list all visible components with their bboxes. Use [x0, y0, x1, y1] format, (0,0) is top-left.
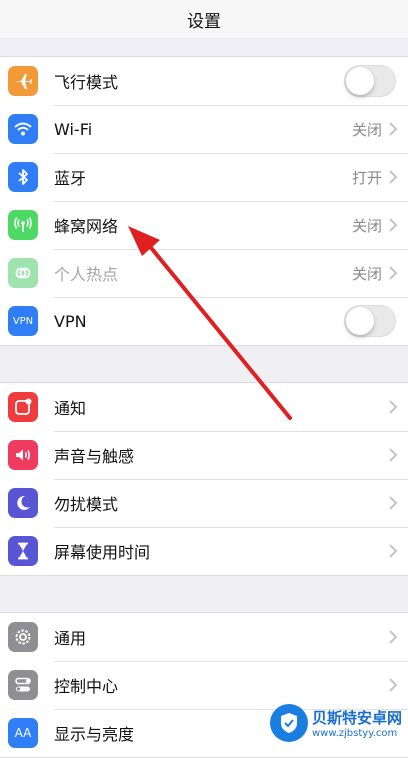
- hotspot-label: 个人热点: [54, 265, 119, 284]
- bluetooth-icon: [8, 162, 38, 192]
- cellular-row[interactable]: 蜂窝网络 关闭: [0, 201, 408, 249]
- cellular-icon: [8, 210, 38, 240]
- display-icon-text: AA: [14, 726, 32, 740]
- chevron-right-icon: [389, 496, 398, 510]
- general-row[interactable]: 通用: [0, 613, 408, 661]
- airplane-mode-label: 飞行模式: [54, 73, 119, 92]
- vpn-toggle[interactable]: [344, 305, 396, 337]
- wifi-label: Wi-Fi: [54, 119, 93, 139]
- airplane-mode-toggle[interactable]: [344, 65, 396, 97]
- chevron-right-icon: [389, 170, 398, 184]
- wifi-value: 关闭: [351, 120, 382, 139]
- shield-icon: [269, 704, 308, 742]
- notifications-row[interactable]: 通知: [0, 383, 408, 431]
- wifi-icon: [8, 114, 38, 144]
- chevron-right-icon: [389, 678, 398, 692]
- airplane-mode-row[interactable]: 飞行模式: [0, 57, 408, 105]
- speaker-icon: [8, 440, 38, 470]
- vpn-row[interactable]: VPN VPN: [0, 297, 408, 345]
- wifi-row[interactable]: Wi-Fi 关闭: [0, 105, 408, 153]
- vpn-icon: VPN: [8, 306, 38, 336]
- sounds-label: 声音与触感: [54, 447, 135, 466]
- notifications-label: 通知: [54, 399, 87, 418]
- cellular-label: 蜂窝网络: [54, 217, 119, 236]
- watermark-title: 贝斯特安卓网: [311, 709, 402, 727]
- dnd-row[interactable]: 勿扰模式: [0, 479, 408, 527]
- hourglass-icon: [8, 536, 38, 566]
- hotspot-row[interactable]: 个人热点 关闭: [0, 249, 408, 297]
- moon-icon: [8, 488, 38, 518]
- general-label: 通用: [54, 629, 87, 648]
- control-center-label: 控制中心: [54, 677, 119, 696]
- control-center-icon: [8, 670, 38, 700]
- control-center-row[interactable]: 控制中心: [0, 661, 408, 709]
- display-brightness-icon: AA: [8, 718, 38, 748]
- watermark: 贝斯特安卓网 www.zjbstyy.com: [269, 704, 402, 742]
- chevron-right-icon: [389, 544, 398, 558]
- screen-time-row[interactable]: 屏幕使用时间: [0, 527, 408, 575]
- sounds-row[interactable]: 声音与触感: [0, 431, 408, 479]
- gear-icon: [8, 622, 38, 652]
- screen-time-label: 屏幕使用时间: [54, 543, 151, 562]
- bluetooth-label: 蓝牙: [54, 169, 87, 188]
- bluetooth-value: 打开: [351, 168, 382, 187]
- chevron-right-icon: [389, 630, 398, 644]
- dnd-label: 勿扰模式: [54, 495, 119, 514]
- chevron-right-icon: [389, 218, 398, 232]
- chevron-right-icon: [389, 266, 398, 280]
- chevron-right-icon: [389, 448, 398, 462]
- hotspot-value: 关闭: [351, 264, 382, 283]
- airplane-icon: [8, 66, 38, 96]
- vpn-icon-text: VPN: [12, 315, 34, 327]
- nav-bar: 设置: [0, 0, 408, 38]
- notifications-icon: [8, 392, 38, 422]
- chevron-right-icon: [389, 400, 398, 414]
- hotspot-icon: [8, 258, 38, 288]
- group-notifications: 通知 声音与触感 勿扰模式 屏幕使用时间: [0, 382, 408, 576]
- chevron-right-icon: [389, 122, 398, 136]
- page-title: 设置: [187, 11, 221, 32]
- watermark-url: www.zjbstyy.com: [311, 728, 398, 739]
- bluetooth-row[interactable]: 蓝牙 打开: [0, 153, 408, 201]
- vpn-label: VPN: [54, 311, 87, 331]
- group-connectivity: 飞行模式 Wi-Fi 关闭 蓝牙 打开 蜂窝网络 关闭 个人热点 关闭 VPN …: [0, 56, 408, 346]
- cellular-value: 关闭: [351, 216, 382, 235]
